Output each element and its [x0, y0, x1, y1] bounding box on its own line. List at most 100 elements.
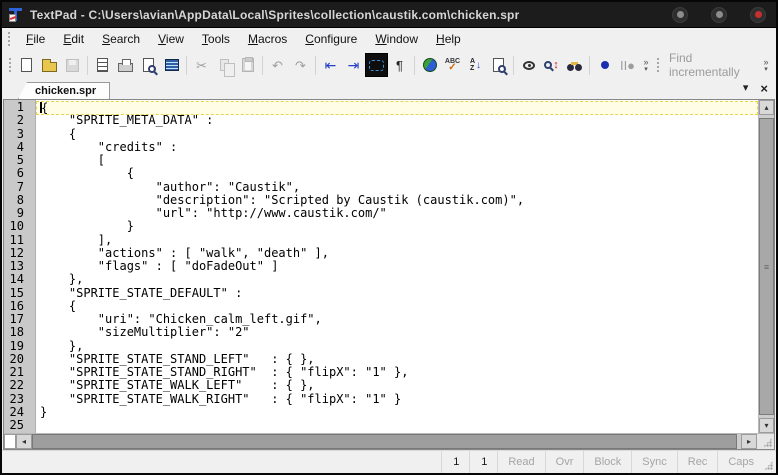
new-document-icon[interactable]: [15, 53, 38, 77]
menu-search[interactable]: Search: [93, 29, 149, 49]
search-folders-icon[interactable]: [563, 53, 586, 77]
block-select-icon[interactable]: [365, 53, 388, 77]
unindent-icon[interactable]: ⇤: [319, 53, 342, 77]
find-in-files-icon[interactable]: [487, 53, 510, 77]
window-title: TextPad - C:\Users\avian\AppData\Local\S…: [30, 8, 519, 22]
playback-macro-icon[interactable]: II●: [616, 53, 639, 77]
status-1: 1: [441, 451, 469, 473]
scroll-up-icon[interactable]: ▴: [759, 100, 774, 115]
minimize-button[interactable]: [672, 7, 688, 23]
scroll-left-icon[interactable]: ◂: [16, 434, 32, 449]
line-number: 2: [4, 114, 24, 127]
print-preview-icon[interactable]: [137, 53, 160, 77]
open-file-icon[interactable]: [38, 53, 61, 77]
record-macro-icon[interactable]: [593, 53, 616, 77]
tab-chicken-spr[interactable]: chicken.spr: [18, 82, 110, 99]
line-number: 4: [4, 141, 24, 154]
code-line: [36, 419, 758, 432]
menu-file[interactable]: File: [17, 29, 54, 49]
toolbar-overflow-chevron-icon[interactable]: »▾: [639, 58, 653, 73]
menu-view[interactable]: View: [149, 29, 193, 49]
code-line: "description": "Scripted by Caustik (cau…: [36, 194, 758, 207]
save-icon[interactable]: [61, 53, 84, 77]
undo-icon[interactable]: ↶: [266, 53, 289, 77]
split-box[interactable]: [4, 434, 16, 449]
replace-icon[interactable]: ↕: [540, 53, 563, 77]
code-line: },: [36, 273, 758, 286]
line-number: 5: [4, 154, 24, 167]
toolbar-separator: [87, 56, 88, 75]
code-line: "sizeMultiplier": "2": [36, 326, 758, 339]
document-selector-icon[interactable]: [160, 53, 183, 77]
line-number: 19: [4, 340, 24, 353]
redo-icon[interactable]: ↷: [289, 53, 312, 77]
close-button[interactable]: [750, 7, 766, 23]
menu-bar: FileEditSearchViewToolsMacrosConfigureWi…: [2, 28, 776, 50]
vertical-scrollbar[interactable]: ▴ ≡ ▾: [758, 100, 774, 433]
line-number: 13: [4, 260, 24, 273]
editor-frame: 1234567891011121314151617181920212223242…: [3, 99, 775, 450]
toolbar-separator: [315, 56, 316, 75]
sort-icon[interactable]: AZ↓: [464, 53, 487, 77]
document-properties-icon[interactable]: [91, 53, 114, 77]
toolbar-grip[interactable]: [9, 58, 11, 72]
find-toolbar-grip[interactable]: [657, 58, 659, 72]
line-number: 24: [4, 406, 24, 419]
indent-icon[interactable]: ⇥: [342, 53, 365, 77]
tab-list-dropdown-icon[interactable]: ▾: [743, 83, 749, 94]
code-editor[interactable]: { "SPRITE_META_DATA" : { "credits" : [ {…: [36, 100, 758, 433]
paste-icon[interactable]: [236, 53, 259, 77]
spell-check-icon[interactable]: ABC✓: [441, 53, 464, 77]
menu-help[interactable]: Help: [427, 29, 470, 49]
find-overflow-chevron-icon[interactable]: »▾: [759, 58, 773, 73]
code-line: "SPRITE_STATE_WALK_LEFT" : { },: [36, 379, 758, 392]
cut-icon[interactable]: ✂: [190, 53, 213, 77]
horizontal-scrollbar[interactable]: ◂ ▸: [4, 433, 774, 449]
find-icon[interactable]: [517, 53, 540, 77]
line-number: 21: [4, 366, 24, 379]
tab-close-icon[interactable]: ×: [760, 82, 768, 95]
incremental-find-input[interactable]: Find incrementally: [663, 51, 759, 79]
code-line: }: [36, 406, 758, 419]
web-browser-icon[interactable]: [418, 53, 441, 77]
line-number: 7: [4, 181, 24, 194]
scroll-down-icon[interactable]: ▾: [759, 418, 774, 433]
maximize-button[interactable]: [711, 7, 727, 23]
code-line: }: [36, 220, 758, 233]
code-line: [: [36, 154, 758, 167]
code-line: },: [36, 340, 758, 353]
resize-grip-icon[interactable]: [763, 438, 772, 447]
status-sync: Sync: [631, 451, 676, 473]
paragraph-marks-icon[interactable]: ¶: [388, 53, 411, 77]
line-number: 12: [4, 247, 24, 260]
line-number: 18: [4, 326, 24, 339]
scroll-right-icon[interactable]: ▸: [741, 434, 757, 449]
line-number: 9: [4, 207, 24, 220]
line-number: 11: [4, 234, 24, 247]
resize-grip-icon[interactable]: [764, 461, 773, 470]
menu-tools[interactable]: Tools: [193, 29, 239, 49]
line-number: 17: [4, 313, 24, 326]
toolbar-separator: [414, 56, 415, 75]
line-number: 14: [4, 273, 24, 286]
code-line: "SPRITE_STATE_WALK_RIGHT" : { "flipX": "…: [36, 393, 758, 406]
line-number: 6: [4, 167, 24, 180]
menu-configure[interactable]: Configure: [296, 29, 366, 49]
code-line: "actions" : [ "walk", "death" ],: [36, 247, 758, 260]
code-line: "SPRITE_STATE_STAND_LEFT" : { },: [36, 353, 758, 366]
menu-window[interactable]: Window: [366, 29, 427, 49]
code-line: "SPRITE_STATE_STAND_RIGHT" : { "flipX": …: [36, 366, 758, 379]
code-line: {: [36, 128, 758, 141]
menu-edit[interactable]: Edit: [54, 29, 93, 49]
vertical-scroll-thumb[interactable]: ≡: [759, 118, 774, 415]
menubar-grip[interactable]: [8, 32, 13, 46]
print-icon[interactable]: [114, 53, 137, 77]
line-number: 23: [4, 393, 24, 406]
line-number: 16: [4, 300, 24, 313]
menu-macros[interactable]: Macros: [239, 29, 296, 49]
copy-icon[interactable]: [213, 53, 236, 77]
code-line: "SPRITE_STATE_DEFAULT" :: [36, 287, 758, 300]
title-bar[interactable]: TextPad - C:\Users\avian\AppData\Local\S…: [2, 2, 776, 28]
code-line: "credits" :: [36, 141, 758, 154]
horizontal-scroll-thumb[interactable]: [32, 434, 737, 449]
